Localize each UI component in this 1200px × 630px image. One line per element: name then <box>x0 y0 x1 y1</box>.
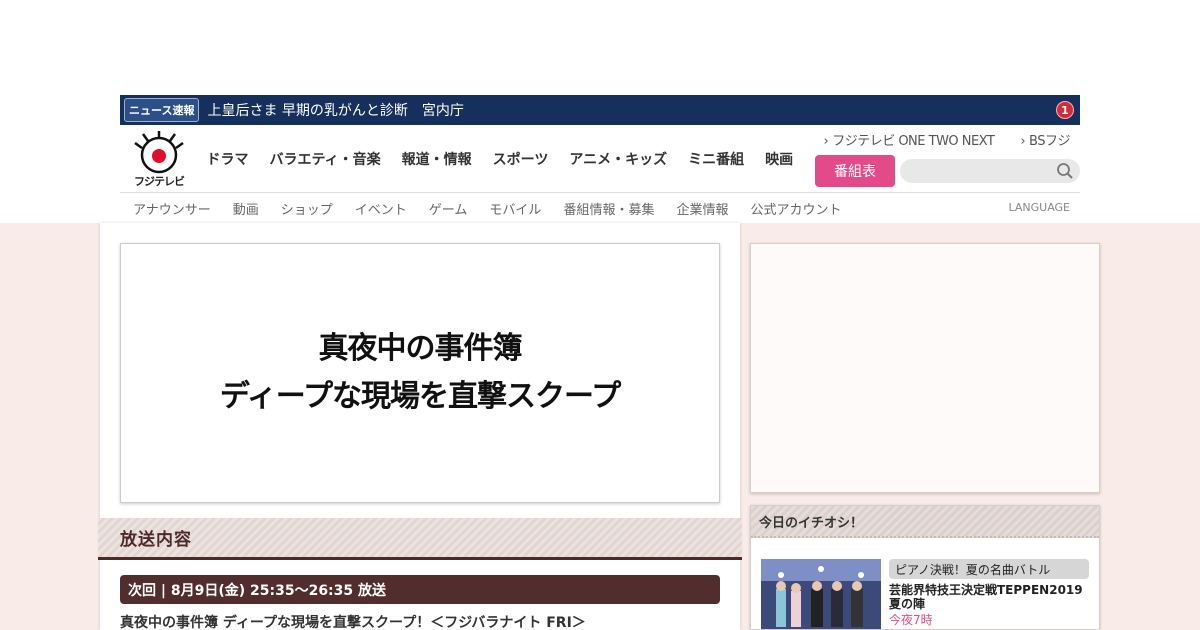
fujitv-eye-logo-icon <box>134 131 184 174</box>
news-headline[interactable]: 上皇后さま 早期の乳がんと診断 宮内庁 <box>207 100 1056 120</box>
pick-airtime: 今夜7時 <box>889 613 933 627</box>
pick-thumbnail-image[interactable] <box>761 559 881 629</box>
pick-title-link[interactable]: 芸能界特技王決定戦TEPPEN2019夏の陣 <box>889 583 1094 611</box>
sub-links: フジテレビ ONE TWO NEXT BSフジ <box>823 130 1070 149</box>
nav-corporate-info[interactable]: 企業情報 <box>665 199 739 218</box>
nav-sports[interactable]: スポーツ <box>482 149 559 169</box>
logo-text: フジテレビ <box>134 175 185 188</box>
nav-videos[interactable]: 動画 <box>222 199 270 218</box>
search-input[interactable] <box>900 159 1080 183</box>
nav-news-info[interactable]: 報道・情報 <box>391 149 482 169</box>
breaking-news-bar[interactable]: ニュース速報 上皇后さま 早期の乳がんと診断 宮内庁 1 <box>120 95 1080 125</box>
nav-shop[interactable]: ショップ <box>270 199 344 218</box>
nav-drama[interactable]: ドラマ <box>196 149 259 169</box>
language-selector[interactable]: LANGUAGE <box>1008 201 1070 214</box>
nav-variety-music[interactable]: バラエティ・音楽 <box>259 149 391 169</box>
nav-announcers[interactable]: アナウンサー <box>122 199 222 218</box>
link-bs-fuji[interactable]: BSフジ <box>1020 130 1070 149</box>
sidebar-ad-space <box>750 243 1100 493</box>
hero-title-line1: 真夜中の事件簿 <box>318 331 523 366</box>
secondary-nav: アナウンサー 動画 ショップ イベント ゲーム モバイル 番組情報・募集 企業情… <box>120 192 1080 223</box>
nav-anime-kids[interactable]: アニメ・キッズ <box>559 149 678 169</box>
hero-title-line2: ディープな現場を直撃スクープ <box>219 379 621 414</box>
nav-mobile[interactable]: モバイル <box>478 199 552 218</box>
nav-games[interactable]: ゲーム <box>418 199 479 218</box>
next-broadcast-bar: 次回 | 8月9日(金) 25:35～26:35 放送 <box>120 575 720 604</box>
section-title: 放送内容 <box>120 530 192 550</box>
main-column: 真夜中の事件簿 ディープな現場を直撃スクープ 放送内容 次回 | 8月9日(金)… <box>98 223 742 630</box>
site-header: フジテレビ ドラマ バラエティ・音楽 報道・情報 スポーツ アニメ・キッズ ミニ… <box>120 125 1080 193</box>
news-count-badge[interactable]: 1 <box>1056 101 1074 119</box>
program-title: 真夜中の事件簿 ディープな現場を直撃スクープ！＜フジバラナイト FRI＞ <box>120 615 586 630</box>
nav-movies[interactable]: 映画 <box>755 149 804 169</box>
nav-program-info-recruit[interactable]: 番組情報・募集 <box>552 199 665 218</box>
main-nav: ドラマ バラエティ・音楽 報道・情報 スポーツ アニメ・キッズ ミニ番組 映画 <box>196 149 804 169</box>
todays-pick-header: 今日のイチオシ！ <box>751 506 1099 538</box>
next-broadcast-label: 次回 | 8月9日(金) 25:35～26:35 放送 <box>128 582 387 599</box>
pick-tag: ピアノ決戦！夏の名曲バトル <box>889 559 1089 579</box>
broadcast-section-header: 放送内容 <box>98 518 742 560</box>
nav-events[interactable]: イベント <box>344 199 418 218</box>
program-hero-banner: 真夜中の事件簿 ディープな現場を直撃スクープ <box>120 243 720 503</box>
nav-official-accounts[interactable]: 公式アカウント <box>739 199 852 218</box>
program-guide-button[interactable]: 番組表 <box>815 155 895 187</box>
fujitv-logo[interactable]: フジテレビ <box>128 129 190 188</box>
search-icon[interactable] <box>1056 162 1074 180</box>
news-tag: ニュース速報 <box>124 98 200 122</box>
link-fujitv-one-two-next[interactable]: フジテレビ ONE TWO NEXT <box>823 130 995 149</box>
nav-mini-programs[interactable]: ミニ番組 <box>678 149 755 169</box>
top-ad-space <box>0 0 1200 95</box>
todays-pick-box: 今日のイチオシ！ ピアノ決戦！夏の名曲バトル 芸能界特技王決定戦TEPPEN20… <box>750 505 1100 630</box>
pick-thumbnail-graphic <box>761 559 881 629</box>
